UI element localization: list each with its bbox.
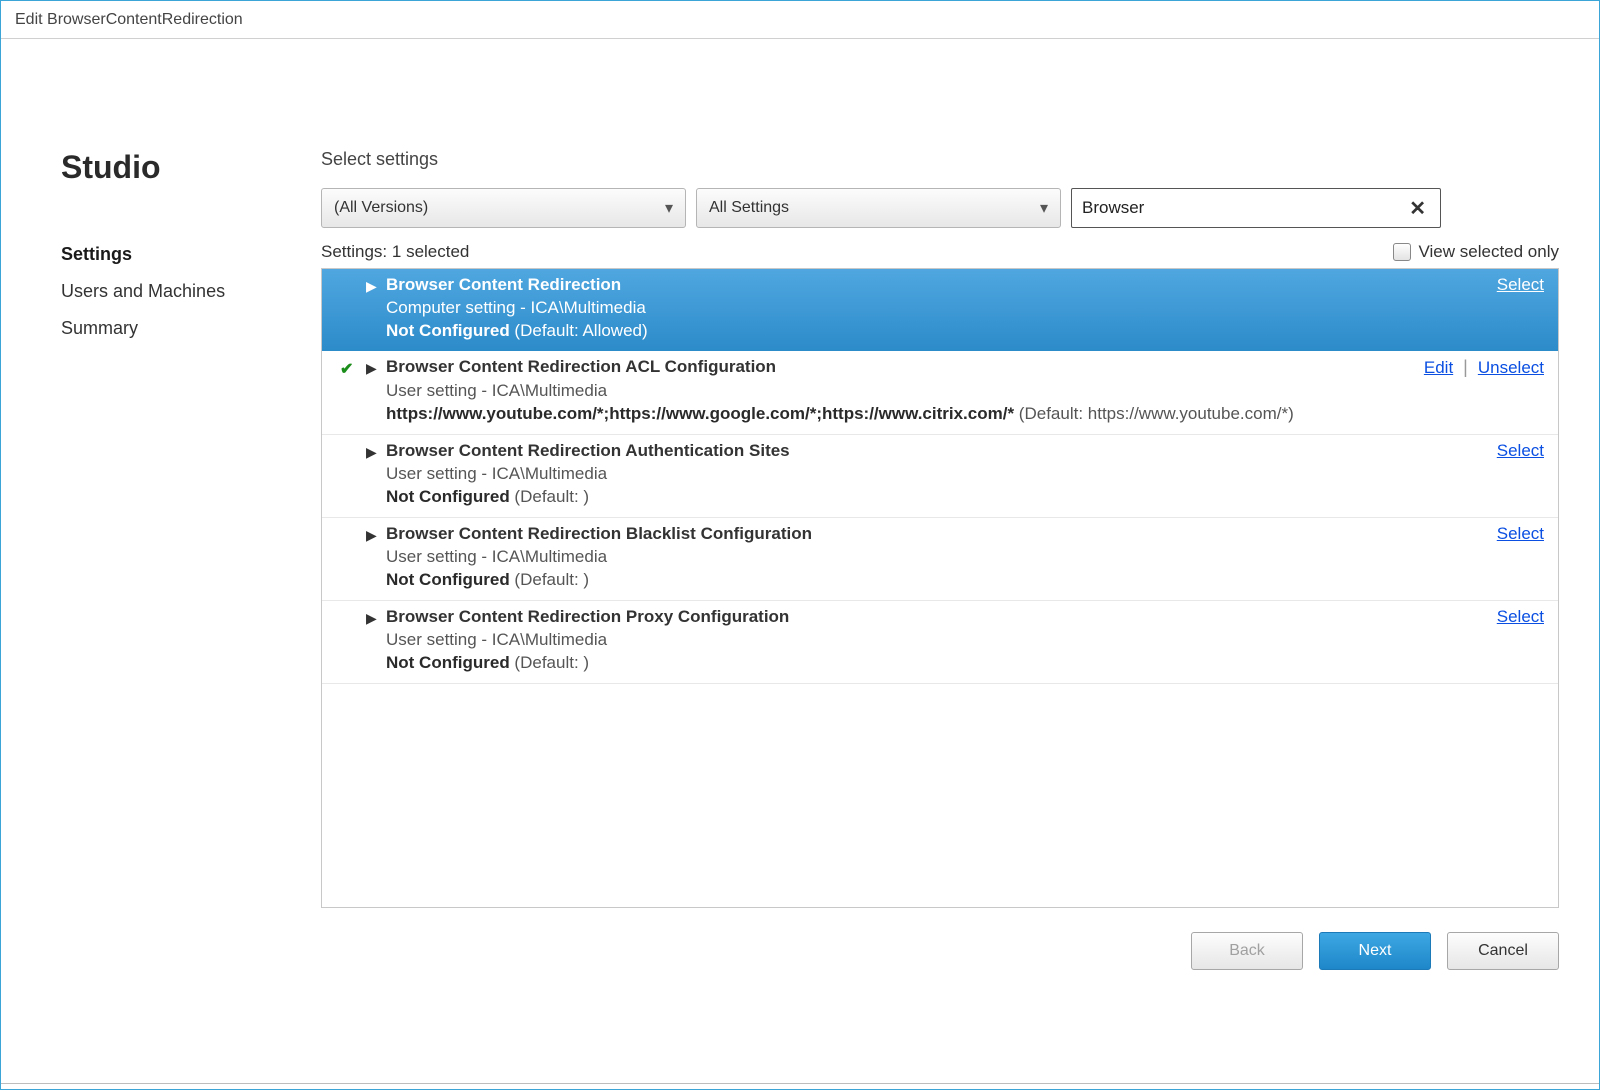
setting-row[interactable]: ▶Browser Content Redirection Authenticat…	[322, 435, 1558, 518]
setting-value: https://www.youtube.com/*;https://www.go…	[366, 404, 1544, 424]
setting-row[interactable]: ▶Browser Content Redirection Select Comput…	[322, 269, 1558, 351]
view-selected-toggle[interactable]: View selected only	[1393, 242, 1560, 262]
setting-title: Browser Content Redirection Authenticati…	[366, 441, 790, 461]
view-selected-label: View selected only	[1419, 242, 1560, 262]
next-button[interactable]: Next	[1319, 932, 1431, 970]
setting-actions: Select	[1497, 441, 1544, 461]
setting-row[interactable]: ✔ ▶Browser Content Redirection ACL Config…	[322, 351, 1558, 435]
brand-label: Studio	[61, 149, 321, 186]
setting-scope: Computer setting - ICA\Multimedia	[366, 298, 1544, 318]
setting-value: Not Configured (Default: )	[366, 487, 1544, 507]
select-link[interactable]: Select	[1497, 275, 1544, 295]
scope-dropdown-value: All Settings	[709, 199, 789, 217]
setting-scope: User setting - ICA\Multimedia	[366, 547, 1544, 567]
setting-title: Browser Content Redirection	[366, 275, 621, 295]
titlebar: Edit BrowserContentRedirection	[1, 1, 1599, 39]
clear-search-icon[interactable]: ✕	[1405, 196, 1430, 221]
sidebar-item-settings[interactable]: Settings	[61, 236, 321, 273]
select-link[interactable]: Select	[1497, 607, 1544, 627]
expand-icon[interactable]: ▶	[366, 610, 377, 627]
setting-value: Not Configured (Default: )	[366, 653, 1544, 673]
page-heading: Select settings	[321, 149, 1559, 170]
check-icon: ✔	[340, 359, 353, 379]
checkbox-icon[interactable]	[1393, 243, 1411, 261]
footer-buttons: Back Next Cancel	[321, 932, 1559, 970]
setting-title: Browser Content Redirection ACL Configur…	[366, 357, 776, 377]
window-title: Edit BrowserContentRedirection	[15, 11, 243, 29]
search-input[interactable]: Browser ✕	[1071, 188, 1441, 228]
action-divider: |	[1463, 357, 1468, 378]
setting-value: Not Configured (Default: )	[366, 570, 1544, 590]
settings-list[interactable]: ▶Browser Content RedirectionSelectComput…	[321, 268, 1559, 908]
expand-icon[interactable]: ▶	[366, 444, 377, 461]
setting-actions: Select	[1497, 275, 1544, 295]
settings-count-value: 1 selected	[392, 242, 470, 261]
sidebar: Studio SettingsUsers and MachinesSummary	[31, 89, 321, 1053]
cancel-button[interactable]: Cancel	[1447, 932, 1559, 970]
dialog-window: Edit BrowserContentRedirection Studio Se…	[0, 0, 1600, 1090]
select-link[interactable]: Select	[1497, 441, 1544, 461]
setting-scope: User setting - ICA\Multimedia	[366, 464, 1544, 484]
chevron-down-icon: ▾	[1040, 198, 1048, 218]
expand-icon[interactable]: ▶	[366, 278, 377, 295]
scope-dropdown[interactable]: All Settings ▾	[696, 188, 1061, 228]
setting-actions: Edit | Unselect	[1424, 357, 1544, 378]
summary-row: Settings: 1 selected View selected only	[321, 242, 1559, 262]
content-area: Studio SettingsUsers and MachinesSummary…	[1, 39, 1599, 1083]
versions-dropdown[interactable]: (All Versions) ▾	[321, 188, 686, 228]
expand-icon[interactable]: ▶	[366, 527, 377, 544]
main-panel: Select settings (All Versions) ▾ All Set…	[321, 89, 1559, 1053]
setting-title: Browser Content Redirection Blacklist Co…	[366, 524, 812, 544]
edit-link[interactable]: Edit	[1424, 358, 1453, 378]
setting-actions: Select	[1497, 524, 1544, 544]
chevron-down-icon: ▾	[665, 198, 673, 218]
sidebar-item-users-and-machines[interactable]: Users and Machines	[61, 273, 321, 310]
settings-count-prefix: Settings:	[321, 242, 387, 261]
setting-value: Not Configured (Default: Allowed)	[366, 321, 1544, 341]
setting-scope: User setting - ICA\Multimedia	[366, 630, 1544, 650]
setting-actions: Select	[1497, 607, 1544, 627]
versions-dropdown-value: (All Versions)	[334, 199, 428, 217]
bottom-edge	[1, 1083, 1599, 1089]
back-button[interactable]: Back	[1191, 932, 1303, 970]
setting-scope: User setting - ICA\Multimedia	[366, 381, 1544, 401]
search-input-value: Browser	[1082, 198, 1405, 218]
select-link[interactable]: Select	[1497, 524, 1544, 544]
expand-icon[interactable]: ▶	[366, 360, 377, 377]
setting-row[interactable]: ▶Browser Content Redirection Proxy Confi…	[322, 601, 1558, 684]
sidebar-item-summary[interactable]: Summary	[61, 310, 321, 347]
setting-title: Browser Content Redirection Proxy Config…	[366, 607, 789, 627]
unselect-link[interactable]: Unselect	[1478, 358, 1544, 378]
setting-row[interactable]: ▶Browser Content Redirection Blacklist C…	[322, 518, 1558, 601]
filter-row: (All Versions) ▾ All Settings ▾ Browser …	[321, 188, 1559, 228]
